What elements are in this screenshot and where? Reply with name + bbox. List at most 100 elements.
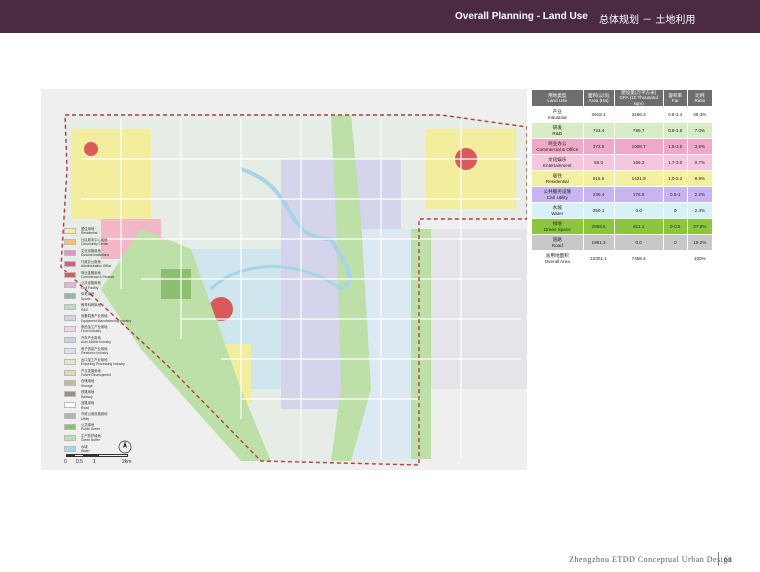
- ratio-cell: 27.8%: [686, 218, 714, 236]
- table-row: 商业办公 Commercial & Office 373.5 1008.7 1.8-3.…: [531, 138, 714, 156]
- legend-item: 商业金融用地 Commercial & Finance: [64, 271, 174, 282]
- scale-label-2km: 2km: [122, 459, 132, 465]
- cell-cn: 容积率: [668, 92, 683, 98]
- scale-bar-graphic: [66, 454, 128, 457]
- legend-swatch: [64, 391, 76, 398]
- cell-cn: 用地类型: [548, 92, 567, 98]
- area-cell: 1981.3: [582, 234, 615, 252]
- legend-label: 铁路用地 Railway: [81, 390, 94, 399]
- far-cell: 0.6-1: [662, 186, 688, 204]
- cell-en: Civil Utility: [546, 194, 568, 200]
- legend-label: 出口加工产业用地 Exporting Processing Industry: [81, 358, 125, 367]
- legend-item: 汽车产业用地 Auto Mobile Industry: [64, 336, 174, 347]
- commercial-hub-northwest: [84, 142, 98, 156]
- land-use-cell: 绿地 Green Space: [531, 218, 584, 236]
- legend-label: 居住用地 Residential: [81, 227, 97, 236]
- ratio-cell: 28.3%: [686, 106, 714, 124]
- area-cell: 2858.5: [582, 218, 615, 236]
- cell-en: GFA (10 Thousand sqm): [619, 95, 658, 106]
- legend-label: 体育用地 Sports: [81, 292, 94, 301]
- legend-item: 行政办公用地 Administration Office: [64, 260, 174, 271]
- table-header-cell: 用地类型 Land Use: [531, 88, 584, 108]
- legend-item: 设备制造产业用地 Equipment Manufacturing Industry: [64, 314, 174, 325]
- gfa-cell: 176.5: [613, 186, 664, 204]
- legend-label: 公共绿地 Public Green: [81, 423, 100, 432]
- legend-label-en: Sports: [81, 296, 91, 301]
- area-cell: 250.1: [582, 202, 615, 220]
- legend-swatch: [64, 336, 76, 343]
- far-cell: 0: [662, 234, 688, 252]
- cell-en: R&D: [552, 130, 563, 136]
- cell-en: Industrial: [547, 114, 567, 120]
- legend-label: 生产防护绿地 Green Buffer: [81, 434, 101, 443]
- legend-swatch: [64, 228, 76, 234]
- legend-swatch: [64, 369, 76, 376]
- far-cell: 1.0-2.2: [662, 170, 688, 188]
- table-row: 水域 Water 250.1 0.0 0 2.4%: [531, 202, 714, 220]
- land-use-cell: 居住 Residential: [531, 170, 584, 188]
- legend-item: 社区服务中心用地 Community Center: [64, 238, 174, 249]
- cell-cn: 居住: [552, 173, 562, 179]
- cell-cn: 研发: [552, 125, 562, 131]
- legend-label-en: Commercial & Finance: [81, 274, 115, 279]
- table-row: 产业 Industrial 2918.1 3166.3 0.8-1.4 28.3%: [531, 106, 714, 124]
- page-number: 61: [724, 555, 732, 564]
- legend-swatch: [64, 326, 76, 333]
- table-row: 绿地 Green Space 2858.5 611.1 0-0.5 27.8%: [531, 218, 714, 236]
- cell-cn: 公共服务设施: [543, 189, 572, 195]
- footer-divider: [718, 552, 719, 566]
- map-legend: 居住用地 Residential 社区服务中心用地 Community Center 文…: [64, 227, 174, 456]
- scale-label-0-5: 0.5: [76, 459, 83, 465]
- area-cell: 69.0: [582, 154, 615, 172]
- legend-swatch: [64, 402, 76, 409]
- area-cell: 2918.1: [582, 106, 615, 124]
- legend-label: 仓储用地 Storage: [81, 379, 94, 388]
- legend-label: 行政办公用地 Administration Office: [81, 260, 111, 269]
- table-row: 公共服务设施 Civil Utility 230.4 176.5 0.6-1 2.2%: [531, 186, 714, 204]
- far-cell: 0-0.5: [662, 218, 688, 236]
- cell-cn: 商业办公: [548, 141, 567, 147]
- area-cell: 373.5: [582, 138, 615, 156]
- land-use-cell: 文化娱乐 Entertainment: [531, 154, 584, 172]
- cell-cn: 比例: [695, 92, 705, 98]
- table-row: 道路 Road 1981.3 0.0 0 19.2%: [531, 234, 714, 252]
- legend-item: 出口加工产业用地 Exporting Processing Industry: [64, 358, 174, 369]
- table-header-row: 用地类型 Land Use 面积(公顷) Area (Ha) 建设量(万平方米) GFA …: [531, 88, 714, 108]
- legend-swatch: [64, 347, 76, 354]
- residential-northwest: [71, 129, 151, 219]
- table-header-cell: 建设量(万平方米) GFA (10 Thousand sqm): [613, 88, 664, 108]
- far-cell: 1.7-3.0: [662, 154, 688, 172]
- ratio-cell: 0.7%: [686, 154, 714, 172]
- legend-label-en: Exporting Processing Industry: [81, 362, 125, 367]
- footer-title: Zhengzhou ETDD Conceptual Urban Design: [569, 555, 733, 564]
- legend-label: 社区服务中心用地 Community Center: [81, 238, 108, 247]
- legend-swatch: [64, 249, 76, 256]
- legend-item: 公共设施用地 Civil Facility: [64, 281, 174, 292]
- legend-swatch: [64, 271, 76, 278]
- table-header-cell: 面积(公顷) Area (Ha): [582, 88, 615, 108]
- legend-label: 产业发展用地 Future Development: [81, 369, 111, 378]
- scale-label-1: 1: [93, 459, 96, 465]
- gfa-cell: 785.7: [613, 122, 664, 140]
- legend-label-en: Future Development: [81, 372, 111, 377]
- gfa-cell: 166.2: [613, 154, 664, 172]
- cell-cn: 文化娱乐: [548, 157, 567, 163]
- gfa-cell: 7458.4: [613, 250, 664, 268]
- legend-swatch: [64, 315, 76, 322]
- land-use-cell: 研发 R&D: [531, 122, 584, 140]
- legend-label: 市政公用设施用地 Utility: [81, 412, 107, 421]
- cell-en: Commercial & Office: [536, 146, 579, 152]
- green-corridor-east: [411, 229, 431, 459]
- cell-cn: 建设量(万平方米): [621, 90, 657, 95]
- land-use-cell: 公共服务设施 Civil Utility: [531, 186, 584, 204]
- legend-item: 食品加工产业用地 Food Industry: [64, 325, 174, 336]
- legend-item: 居住用地 Residential: [64, 227, 174, 238]
- far-cell: 0.8-1.5: [662, 122, 688, 140]
- legend-label-en: Food Industry: [81, 329, 102, 334]
- cell-en: Area (Ha): [588, 98, 609, 104]
- legend-swatch: [64, 413, 76, 420]
- legend-swatch: [64, 434, 76, 441]
- legend-label-en: Utility: [81, 416, 90, 421]
- legend-swatch: [64, 238, 76, 245]
- area-cell: 915.5: [582, 170, 615, 188]
